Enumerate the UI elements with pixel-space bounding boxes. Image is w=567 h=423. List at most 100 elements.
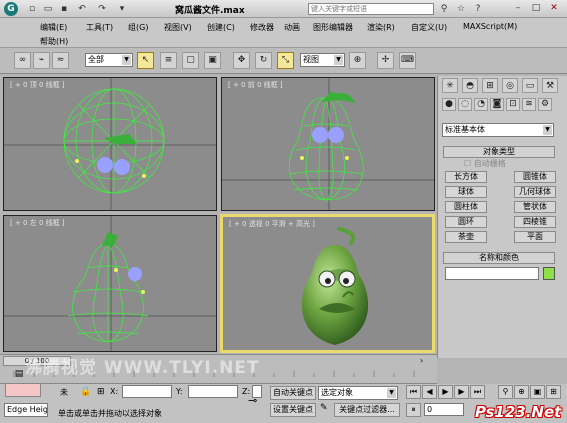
maximize-button[interactable]: □ [528, 2, 544, 15]
object-color-swatch[interactable] [543, 267, 555, 280]
tube-button[interactable]: 管状体 [514, 201, 556, 213]
set-key-button[interactable]: 设置关键点 [270, 403, 316, 417]
key-filters-button[interactable]: 关键点过滤器... [334, 403, 400, 417]
maxscript-listener-pink[interactable] [5, 383, 41, 397]
menu-graph-editors[interactable]: 图形编辑器 [313, 22, 353, 33]
goto-end-icon[interactable]: ⏭ [470, 385, 485, 399]
select-and-manipulate-icon[interactable]: ✢ [377, 52, 394, 69]
select-object-icon[interactable]: ↖ [137, 52, 154, 69]
autogrid-checkbox[interactable]: ☐ 自动栅格 [464, 158, 506, 169]
category-dropdown[interactable]: 标准基本体 ▼ [442, 123, 554, 137]
viewport-perspective[interactable]: [ + 0 透视 0 平滑 + 高光 ] [220, 214, 435, 353]
goto-start-icon[interactable]: ⏮ [406, 385, 421, 399]
app-logo-icon[interactable]: G [4, 2, 18, 16]
minimize-button[interactable]: – [510, 2, 526, 15]
auto-key-button[interactable]: 自动关键点 [270, 386, 316, 400]
teapot-button[interactable]: 茶壶 [445, 231, 487, 243]
space-warps-icon[interactable]: ≋ [522, 98, 536, 111]
menu-customize[interactable]: 自定义(U) [411, 22, 447, 33]
cylinder-button[interactable]: 圆柱体 [445, 201, 487, 213]
plane-button[interactable]: 平面 [514, 231, 556, 243]
link-icon[interactable]: ∞ [14, 52, 31, 69]
box-button[interactable]: 长方体 [445, 171, 487, 183]
keyboard-shortcut-icon[interactable]: ⌨ [399, 52, 416, 69]
menu-views[interactable]: 视图(V) [164, 22, 192, 33]
select-by-name-icon[interactable]: ≡ [160, 52, 177, 69]
cameras-icon[interactable]: ◙ [490, 98, 504, 111]
motion-tab-icon[interactable]: ◎ [502, 78, 518, 93]
scale-icon[interactable]: ⤡ [277, 52, 294, 69]
close-button[interactable]: ✕ [546, 2, 562, 15]
object-type-rollout[interactable]: 对象类型 [443, 146, 555, 158]
menu-animation[interactable]: 动画 [284, 22, 300, 33]
quick-access-dropdown-icon[interactable]: ▾ [116, 3, 128, 15]
menu-create[interactable]: 创建(C) [207, 22, 235, 33]
save-file-icon[interactable]: ▪ [58, 3, 70, 15]
utilities-tab-icon[interactable]: ⚒ [542, 78, 558, 93]
menu-group[interactable]: 组(G) [128, 22, 148, 33]
undo-icon[interactable]: ↶ [76, 3, 88, 15]
viewport-top[interactable]: [ + 0 顶 0 线框 ] [3, 77, 217, 211]
current-frame-input[interactable]: 0 [424, 403, 464, 416]
viewport-label-top[interactable]: [ + 0 顶 0 线框 ] [10, 80, 65, 90]
sphere-button[interactable]: 球体 [445, 186, 487, 198]
selection-set-dropdown[interactable]: 选定对象 ▼ [318, 386, 398, 400]
zoom-icon[interactable]: ⚲ [498, 385, 513, 399]
reference-coord-dropdown[interactable]: 视图 ▼ [300, 53, 345, 67]
hierarchy-tab-icon[interactable]: ⊞ [482, 78, 498, 93]
mini-listener-icon[interactable]: ▤ [12, 368, 26, 380]
redo-icon[interactable]: ↷ [96, 3, 108, 15]
zoom-extents-all-icon[interactable]: ⊞ [546, 385, 561, 399]
zoom-all-icon[interactable]: ⊕ [514, 385, 529, 399]
torus-button[interactable]: 圆环 [445, 216, 487, 228]
rectangular-selection-icon[interactable]: ▢ [182, 52, 199, 69]
zoom-extents-icon[interactable]: ▣ [530, 385, 545, 399]
cone-button[interactable]: 圆锥体 [514, 171, 556, 183]
lights-icon[interactable]: ◔ [474, 98, 488, 111]
window-crossing-icon[interactable]: ▣ [204, 52, 221, 69]
rotate-icon[interactable]: ↻ [255, 52, 272, 69]
pyramid-button[interactable]: 四棱锥 [514, 216, 556, 228]
play-icon[interactable]: ▶ [438, 385, 453, 399]
systems-icon[interactable]: ⚙ [538, 98, 552, 111]
y-coord-input[interactable] [188, 385, 238, 398]
help-icon[interactable]: ? [472, 3, 484, 15]
menu-modifiers[interactable]: 修改器 [250, 22, 274, 33]
next-frame-icon[interactable]: ▶ [454, 385, 469, 399]
create-tab-icon[interactable]: ✳ [442, 78, 458, 93]
modify-tab-icon[interactable]: ◓ [462, 78, 478, 93]
viewport-label-front[interactable]: [ + 0 前 0 线框 ] [228, 80, 283, 90]
geosphere-button[interactable]: 几何球体 [514, 186, 556, 198]
menu-maxscript[interactable]: MAXScript(M) [463, 22, 517, 31]
unlink-icon[interactable]: ⌁ [33, 52, 50, 69]
menu-tools[interactable]: 工具(T) [86, 22, 113, 33]
lock-selection-icon[interactable]: 🔒 [80, 387, 92, 399]
chevron-right-icon[interactable]: › [420, 356, 432, 366]
move-icon[interactable]: ✥ [233, 52, 250, 69]
name-and-color-rollout[interactable]: 名称和颜色 [443, 252, 555, 264]
display-tab-icon[interactable]: ▭ [522, 78, 538, 93]
absolute-mode-icon[interactable]: ⊞ [97, 387, 109, 399]
key-filter-icon[interactable]: ✎ [320, 403, 332, 417]
open-file-icon[interactable]: ▭ [42, 3, 54, 15]
favorites-icon[interactable]: ☆ [455, 3, 467, 15]
previous-frame-icon[interactable]: ◀ [422, 385, 437, 399]
object-name-input[interactable] [445, 267, 539, 280]
search-input[interactable]: 键入关键字或短语 [308, 3, 434, 15]
menu-edit[interactable]: 编辑(E) [40, 22, 67, 33]
viewport-front[interactable]: [ + 0 前 0 线框 ] [221, 77, 435, 211]
pivot-center-icon[interactable]: ⊕ [349, 52, 366, 69]
key-icon[interactable]: ⊸ [248, 394, 266, 408]
geometry-icon[interactable]: ● [442, 98, 456, 111]
key-mode-icon[interactable]: ⏸ [406, 403, 421, 417]
search-icon[interactable]: ⚲ [438, 3, 450, 15]
viewport-left[interactable]: [ + 0 左 0 线框 ] [3, 215, 217, 352]
viewport-label-left[interactable]: [ + 0 左 0 线框 ] [10, 218, 65, 228]
viewport-label-perspective[interactable]: [ + 0 透视 0 平滑 + 高光 ] [229, 219, 315, 229]
selection-filter-dropdown[interactable]: 全部 ▼ [85, 53, 133, 67]
menu-rendering[interactable]: 渲染(R) [367, 22, 395, 33]
menu-help[interactable]: 帮助(H) [40, 36, 68, 47]
helpers-icon[interactable]: ⊡ [506, 98, 520, 111]
x-coord-input[interactable] [122, 385, 172, 398]
maxscript-input[interactable]: Edge Heig [4, 403, 48, 417]
